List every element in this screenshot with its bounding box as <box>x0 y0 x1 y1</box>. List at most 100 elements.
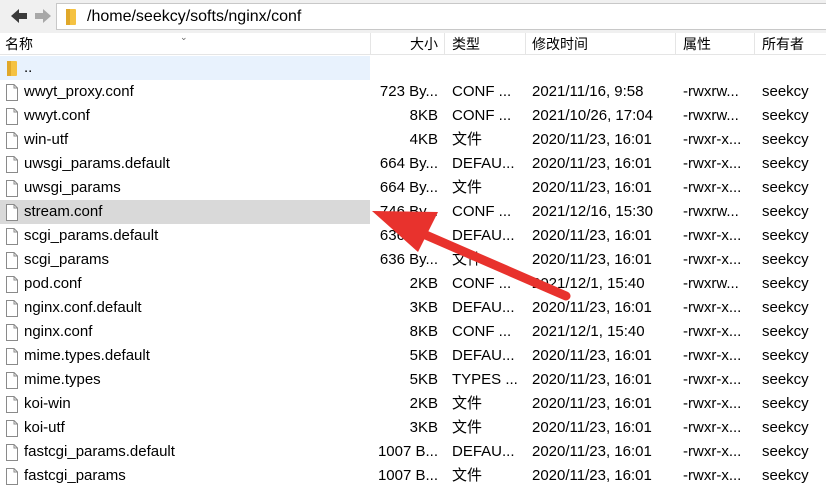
name-cell: win-utf <box>0 128 370 152</box>
file-icon <box>6 203 18 221</box>
file-modified: 2021/12/16, 15:30 <box>532 203 653 220</box>
path-bar: /home/seekcy/softs/nginx/conf <box>0 0 826 33</box>
file-row[interactable]: stream.conf 746 By... CONF ... 2021/12/16, … <box>0 200 826 224</box>
folder-icon <box>66 8 76 25</box>
file-size: 5KB <box>409 347 438 364</box>
file-row[interactable]: koi-utf 3KB 文件 2020/11/23, 16:01 -rwxr-x... s… <box>0 416 826 440</box>
file-modified: 2020/11/23, 16:01 <box>532 227 652 244</box>
file-owner: seekcy <box>762 371 809 388</box>
file-name: nginx.conf.default <box>24 299 142 316</box>
file-type: 文件 <box>452 419 483 436</box>
file-owner: seekcy <box>762 107 809 124</box>
file-type: 文件 <box>452 251 483 268</box>
file-row[interactable]: nginx.conf.default 3KB DEFAU... 2020/11/23,… <box>0 296 826 320</box>
file-row[interactable]: uwsgi_params 664 By... 文件 2020/11/23, 16:01… <box>0 176 826 200</box>
name-cell: nginx.conf.default <box>0 296 370 320</box>
file-row[interactable]: mime.types.default 5KB DEFAU... 2020/11/23,… <box>0 344 826 368</box>
file-owner: seekcy <box>762 179 809 196</box>
path-input[interactable]: /home/seekcy/softs/nginx/conf <box>56 3 826 30</box>
column-header-owner[interactable]: 所有者 <box>755 33 826 55</box>
file-size: 1007 B... <box>377 443 438 460</box>
file-name: wwyt.conf <box>24 107 90 124</box>
path-text: /home/seekcy/softs/nginx/conf <box>87 7 302 25</box>
file-icon <box>6 275 18 293</box>
file-row[interactable]: nginx.conf 8KB CONF ... 2021/12/1, 15:40 -rw… <box>0 320 826 344</box>
file-icon <box>6 227 18 245</box>
parent-directory-label: .. <box>24 59 33 76</box>
file-icon <box>6 419 18 437</box>
file-name: wwyt_proxy.conf <box>24 83 134 100</box>
file-icon <box>6 179 18 197</box>
name-cell: pod.conf <box>0 272 370 296</box>
back-button[interactable] <box>8 5 30 27</box>
name-cell: fastcgi_params <box>0 464 370 488</box>
file-owner: seekcy <box>762 395 809 412</box>
file-size: 664 By... <box>379 155 438 172</box>
file-name: koi-utf <box>24 419 65 436</box>
file-row[interactable]: wwyt_proxy.conf 723 By... CONF ... 2021/11/… <box>0 80 826 104</box>
file-row[interactable]: scgi_params.default 636 By... DEFAU... 2020… <box>0 224 826 248</box>
row-highlight <box>0 56 370 80</box>
file-size: 746 By... <box>379 203 438 220</box>
file-modified: 2021/12/1, 15:40 <box>532 275 645 292</box>
file-name: uwsgi_params <box>24 179 121 196</box>
name-cell: nginx.conf <box>0 320 370 344</box>
file-permissions: -rwxr-x... <box>683 395 742 412</box>
column-header-type[interactable]: 类型 <box>445 33 526 55</box>
file-permissions: -rwxr-x... <box>683 347 742 364</box>
file-icon <box>6 251 18 269</box>
file-permissions: -rwxrw... <box>683 107 739 124</box>
column-header-size[interactable]: 大小 <box>371 33 445 55</box>
file-row[interactable]: scgi_params 636 By... 文件 2020/11/23, 16:01 -… <box>0 248 826 272</box>
file-modified: 2020/11/23, 16:01 <box>532 371 652 388</box>
file-permissions: -rwxr-x... <box>683 467 742 484</box>
forward-button[interactable] <box>32 5 54 27</box>
file-icon <box>6 83 18 101</box>
file-owner: seekcy <box>762 227 809 244</box>
file-permissions: -rwxr-x... <box>683 323 742 340</box>
file-name: mime.types.default <box>24 347 150 364</box>
file-row[interactable]: pod.conf 2KB CONF ... 2021/12/1, 15:40 -rwxr… <box>0 272 826 296</box>
parent-directory-row[interactable]: .. <box>0 56 826 80</box>
file-row[interactable]: win-utf 4KB 文件 2020/11/23, 16:01 -rwxr-x... s… <box>0 128 826 152</box>
file-name: nginx.conf <box>24 323 93 340</box>
file-owner: seekcy <box>762 251 809 268</box>
file-modified: 2020/11/23, 16:01 <box>532 443 652 460</box>
file-owner: seekcy <box>762 467 809 484</box>
file-name: pod.conf <box>24 275 82 292</box>
file-row[interactable]: fastcgi_params.default 1007 B... DEFAU... 2… <box>0 440 826 464</box>
file-row[interactable]: wwyt.conf 8KB CONF ... 2021/10/26, 17:04 -rw… <box>0 104 826 128</box>
file-owner: seekcy <box>762 275 809 292</box>
file-icon <box>6 467 18 485</box>
file-permissions: -rwxrw... <box>683 203 739 220</box>
column-header-mtime[interactable]: 修改时间 <box>526 33 676 55</box>
file-permissions: -rwxr-x... <box>683 443 742 460</box>
file-size: 723 By... <box>379 83 438 100</box>
name-cell: stream.conf <box>0 200 370 224</box>
file-owner: seekcy <box>762 419 809 436</box>
file-name: stream.conf <box>24 203 103 220</box>
file-name: fastcgi_params.default <box>24 443 175 460</box>
file-name: mime.types <box>24 371 101 388</box>
file-modified: 2020/11/23, 16:01 <box>532 179 652 196</box>
column-header-perm[interactable]: 属性 <box>676 33 755 55</box>
file-modified: 2020/11/23, 16:01 <box>532 251 652 268</box>
file-modified: 2020/11/23, 16:01 <box>532 467 652 484</box>
file-size: 4KB <box>409 131 438 148</box>
file-owner: seekcy <box>762 155 809 172</box>
file-row[interactable]: fastcgi_params 1007 B... 文件 2020/11/23, 16:… <box>0 464 826 488</box>
file-permissions: -rwxr-x... <box>683 251 742 268</box>
name-cell: .. <box>0 56 370 80</box>
name-cell: uwsgi_params.default <box>0 152 370 176</box>
column-header: 名称 大小 类型 修改时间 属性 所有者 <box>0 33 826 55</box>
file-size: 5KB <box>409 371 438 388</box>
file-icon <box>6 323 18 341</box>
file-row[interactable]: uwsgi_params.default 664 By... DEFAU... 202… <box>0 152 826 176</box>
file-name: scgi_params <box>24 251 110 268</box>
name-cell: fastcgi_params.default <box>0 440 370 464</box>
file-row[interactable]: mime.types 5KB TYPES ... 2020/11/23, 16:01 -… <box>0 368 826 392</box>
file-permissions: -rwxr-x... <box>683 371 742 388</box>
file-type: DEFAU... <box>452 227 515 244</box>
file-owner: seekcy <box>762 443 809 460</box>
file-row[interactable]: koi-win 2KB 文件 2020/11/23, 16:01 -rwxr-x... s… <box>0 392 826 416</box>
